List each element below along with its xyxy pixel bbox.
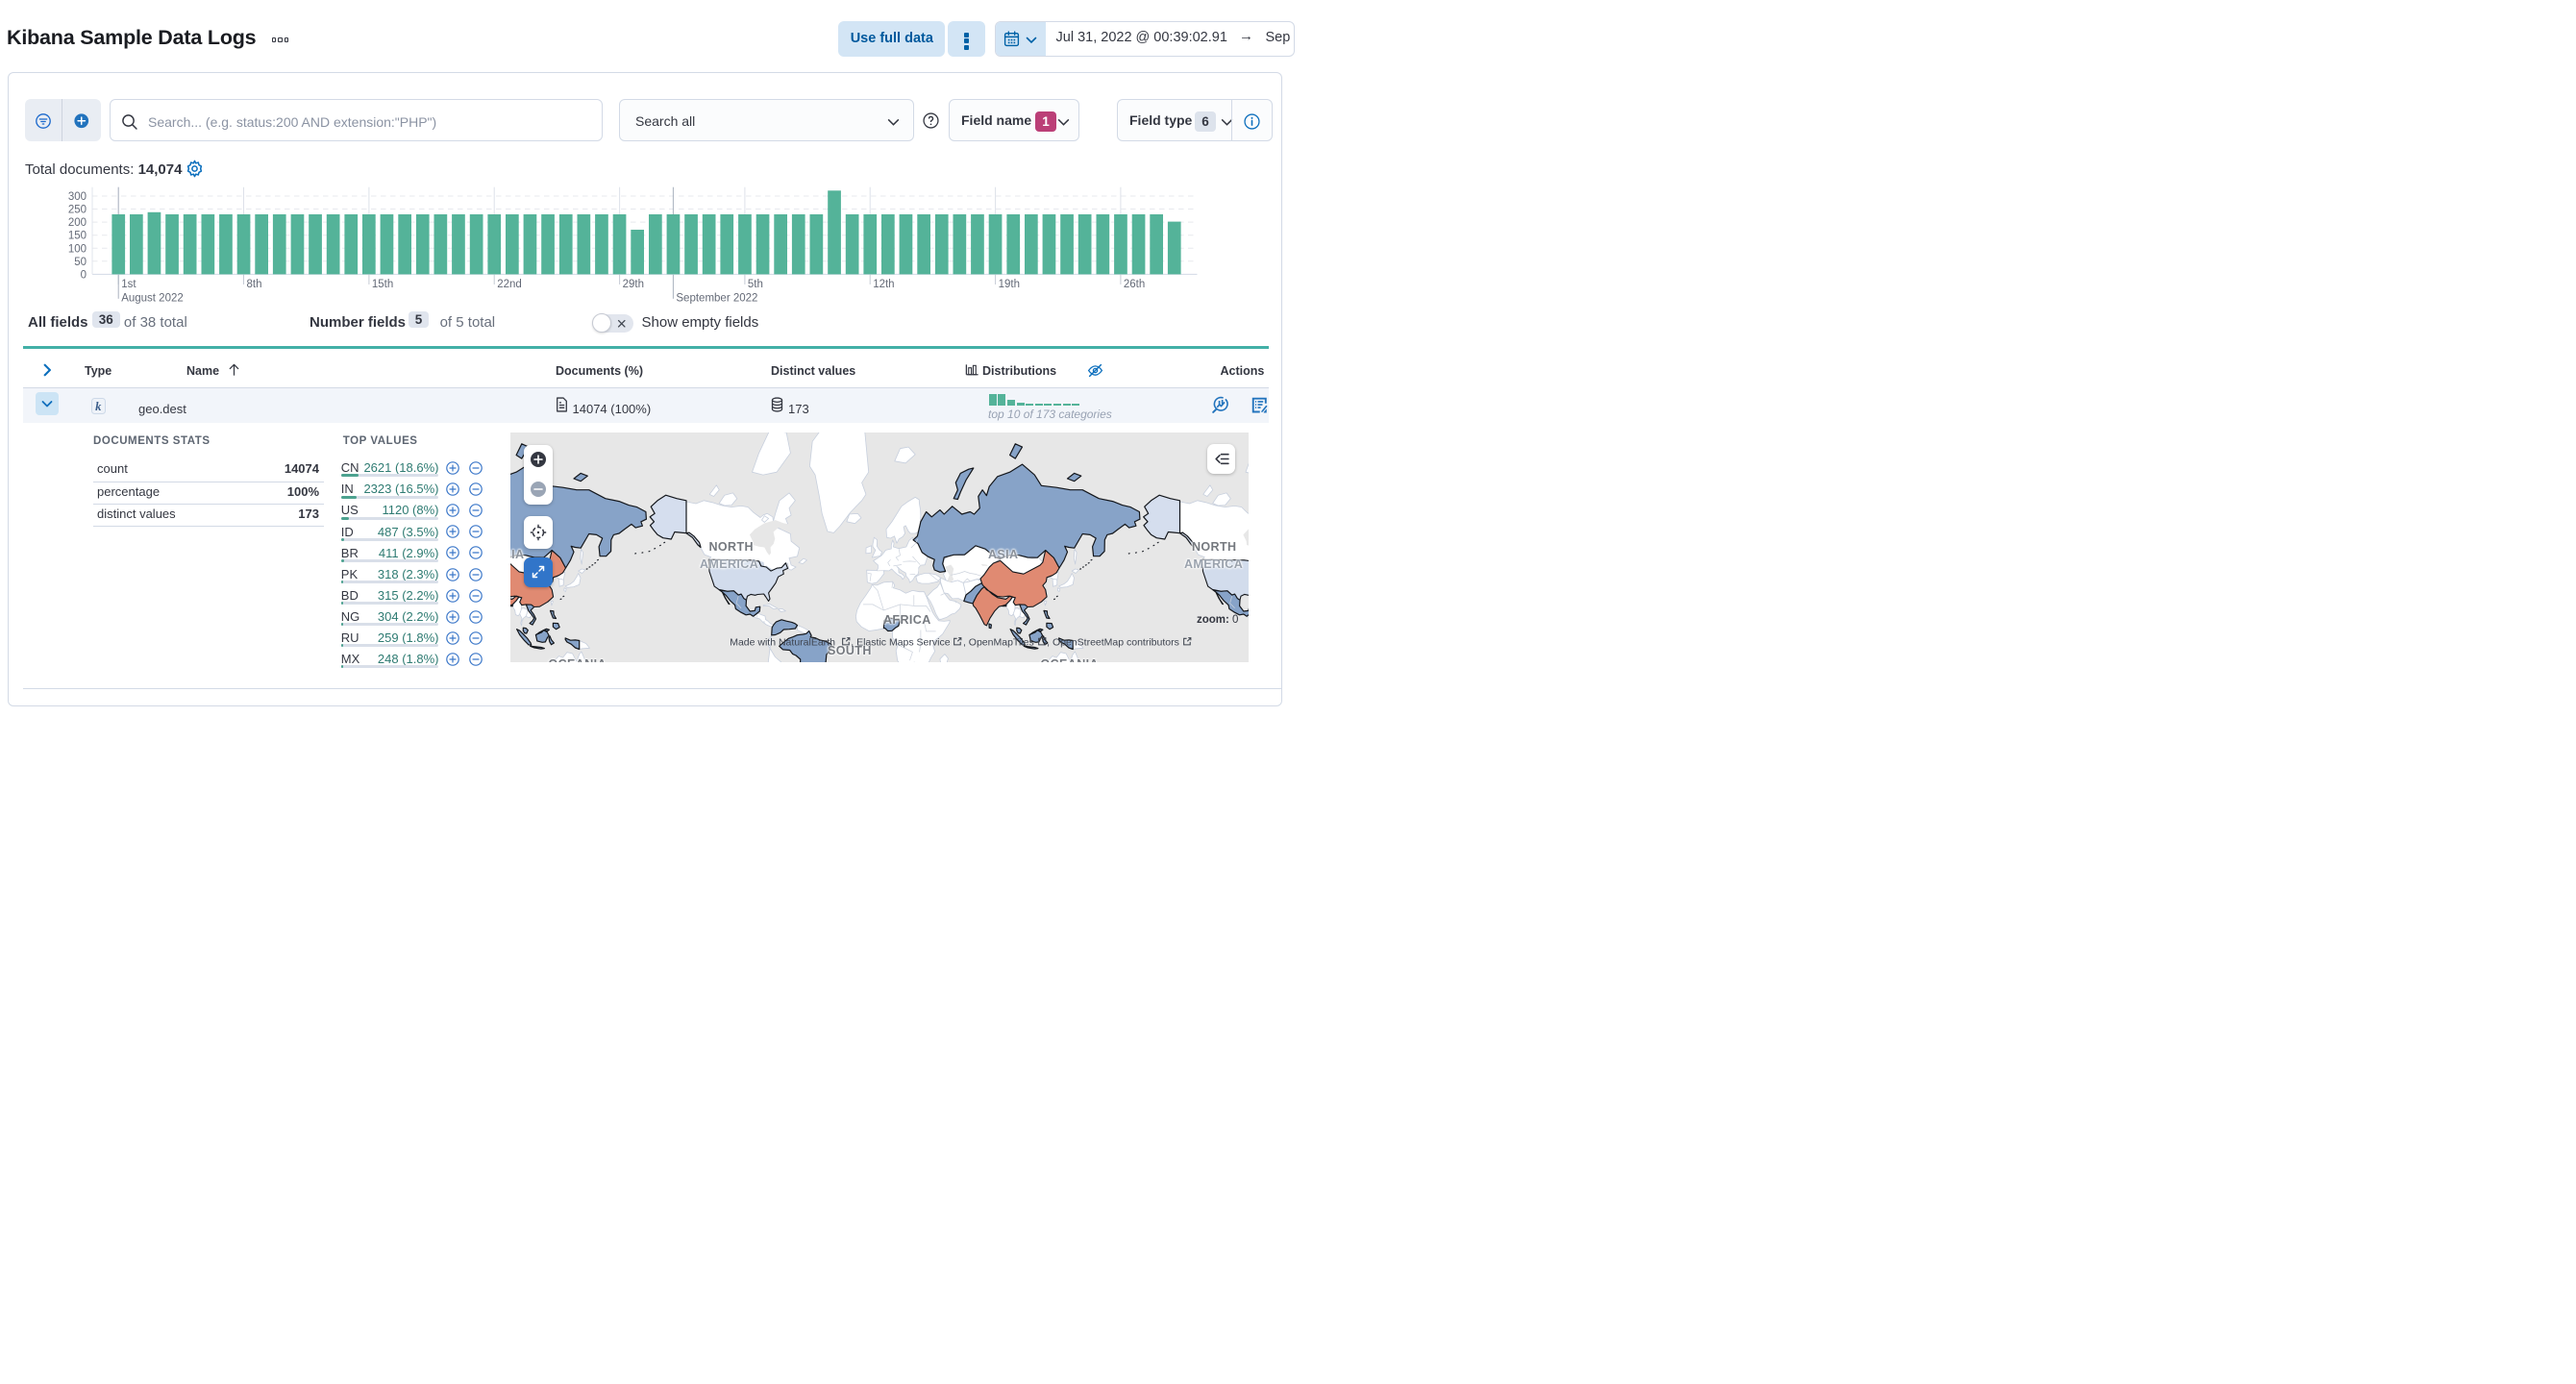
svg-text:250: 250	[68, 205, 87, 216]
svg-text:1st: 1st	[121, 279, 136, 290]
svg-text:August 2022: August 2022	[121, 292, 184, 304]
svg-text:5th: 5th	[748, 279, 763, 290]
svg-text:100: 100	[68, 243, 87, 255]
svg-text:15th: 15th	[372, 279, 393, 290]
svg-text:150: 150	[68, 231, 87, 242]
svg-text:19th: 19th	[999, 279, 1020, 290]
svg-text:8th: 8th	[247, 279, 262, 290]
svg-text:300: 300	[68, 191, 87, 203]
svg-text:12th: 12th	[873, 279, 894, 290]
svg-text:29th: 29th	[623, 279, 644, 290]
svg-text:September 2022: September 2022	[676, 292, 757, 304]
svg-text:50: 50	[74, 257, 87, 268]
svg-text:26th: 26th	[1124, 279, 1145, 290]
svg-text:0: 0	[81, 269, 87, 281]
svg-text:22nd: 22nd	[497, 279, 522, 290]
svg-text:200: 200	[68, 217, 87, 229]
